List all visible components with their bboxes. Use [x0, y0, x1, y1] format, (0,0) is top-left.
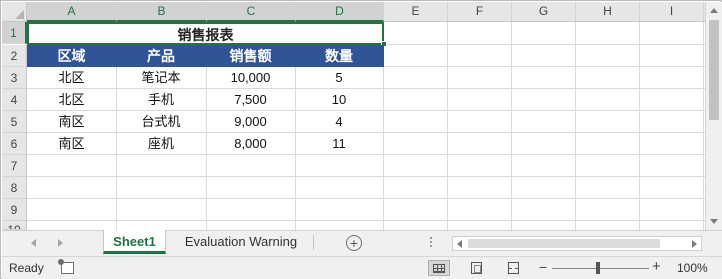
scroll-right-icon[interactable]: [687, 237, 701, 250]
grid-line: [27, 176, 705, 177]
status-bar: Ready − + 100%: [2, 256, 722, 279]
column-header-e[interactable]: E: [384, 2, 448, 21]
cell-quantity[interactable]: 5: [295, 67, 383, 89]
cell-sales[interactable]: 8,000: [206, 133, 295, 155]
grid-line: [383, 44, 705, 45]
zoom-in-button[interactable]: +: [652, 258, 661, 275]
grid-line: [27, 198, 705, 199]
page-break-icon: [508, 262, 519, 274]
column-header-h[interactable]: H: [576, 2, 640, 21]
tab-evaluation-warning[interactable]: Evaluation Warning: [171, 230, 311, 254]
next-sheet-icon[interactable]: [58, 239, 63, 247]
macro-record-icon[interactable]: [58, 259, 74, 274]
page-layout-icon: [471, 262, 482, 274]
horizontal-scroll-thumb[interactable]: [468, 239, 660, 248]
grid-line: [27, 220, 705, 221]
page-break-button[interactable]: [503, 260, 525, 276]
cell-quantity[interactable]: 4: [295, 111, 383, 133]
row-header-3[interactable]: 3: [2, 67, 27, 89]
row-header-8[interactable]: 8: [2, 177, 27, 199]
normal-view-icon: [433, 264, 445, 273]
page-layout-button[interactable]: [466, 260, 488, 276]
cell-sales[interactable]: 9,000: [206, 111, 295, 133]
cell-product[interactable]: 座机: [116, 133, 206, 155]
cell-product[interactable]: 台式机: [116, 111, 206, 133]
zoom-slider[interactable]: [552, 268, 649, 269]
header-cell-product[interactable]: 产品: [116, 45, 206, 67]
row-header-9[interactable]: 9: [2, 199, 27, 221]
row-header-6[interactable]: 6: [2, 133, 27, 155]
column-header-c[interactable]: C: [207, 2, 296, 22]
zoom-slider-thumb[interactable]: [596, 262, 600, 274]
header-cell-sales[interactable]: 销售额: [206, 45, 295, 67]
select-all-icon: [15, 10, 24, 19]
row-header-2[interactable]: 2: [2, 45, 27, 67]
cell-product[interactable]: 手机: [116, 89, 206, 111]
tab-sheet1[interactable]: Sheet1: [103, 230, 166, 254]
tab-separator: [313, 235, 314, 250]
column-header-b[interactable]: B: [117, 2, 207, 22]
cell-region[interactable]: 南区: [27, 133, 116, 155]
zoom-level[interactable]: 100%: [677, 261, 708, 275]
select-all-button[interactable]: [2, 2, 27, 21]
row-header-1[interactable]: 1: [2, 22, 27, 44]
zoom-out-button[interactable]: −: [539, 259, 547, 275]
row-header-4[interactable]: 4: [2, 89, 27, 111]
cell-a1-title[interactable]: 销售报表: [27, 22, 384, 45]
normal-view-button[interactable]: [428, 260, 450, 276]
column-header-a[interactable]: A: [27, 2, 117, 22]
header-cell-region[interactable]: 区域: [27, 45, 116, 67]
row-header-10[interactable]: 10: [2, 221, 27, 230]
column-header-g[interactable]: G: [512, 2, 576, 21]
prev-sheet-icon[interactable]: [31, 239, 36, 247]
column-header-bar: A B C D E F G H I: [2, 2, 705, 22]
cell-region[interactable]: 北区: [27, 67, 116, 89]
column-header-d[interactable]: D: [296, 2, 384, 22]
splitter-handle-icon[interactable]: [430, 237, 433, 249]
horizontal-scrollbar[interactable]: [452, 236, 702, 251]
add-sheet-icon[interactable]: +: [346, 235, 362, 251]
cell-sales[interactable]: 10,000: [206, 67, 295, 89]
cell-quantity[interactable]: 11: [295, 133, 383, 155]
cell-quantity[interactable]: 10: [295, 89, 383, 111]
cell-region[interactable]: 南区: [27, 111, 116, 133]
vertical-scrollbar[interactable]: [705, 2, 722, 230]
scroll-down-icon[interactable]: [706, 213, 722, 230]
spreadsheet-window: A B C D E F G H I 1 2 3 4 5 6 7 8 9 10 销…: [0, 0, 722, 279]
status-ready: Ready: [9, 261, 44, 275]
vertical-scroll-thumb[interactable]: [709, 20, 719, 120]
sheet-tab-bar: Sheet1 Evaluation Warning +: [2, 230, 722, 256]
scroll-left-icon[interactable]: [453, 237, 467, 250]
cell-product[interactable]: 笔记本: [116, 67, 206, 89]
scroll-up-icon[interactable]: [706, 2, 722, 19]
cell-sales[interactable]: 7,500: [206, 89, 295, 111]
row-header-7[interactable]: 7: [2, 155, 27, 177]
row-header-5[interactable]: 5: [2, 111, 27, 133]
header-cell-quantity[interactable]: 数量: [295, 45, 383, 67]
cell-region[interactable]: 北区: [27, 89, 116, 111]
column-header-f[interactable]: F: [448, 2, 512, 21]
column-header-i[interactable]: I: [640, 2, 704, 21]
